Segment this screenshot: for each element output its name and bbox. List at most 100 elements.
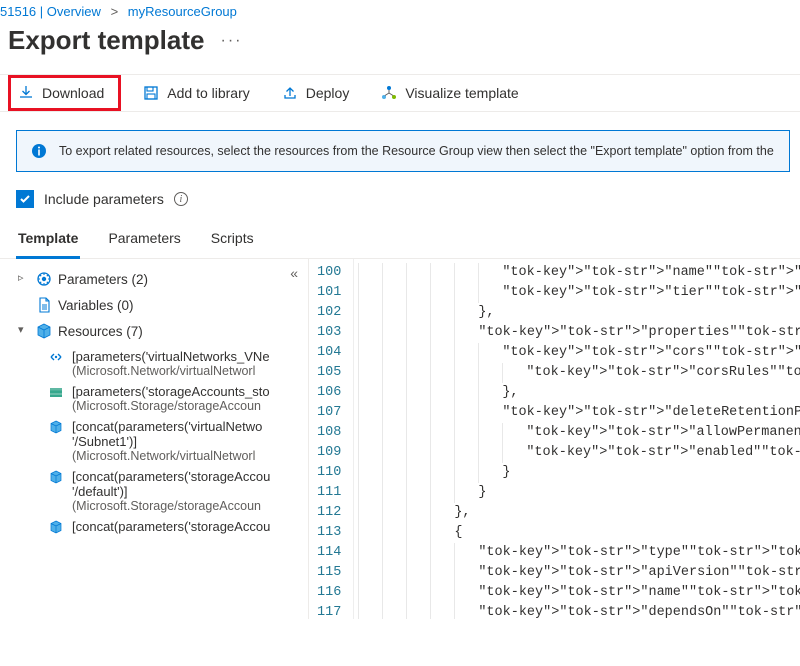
parameters-icon: [36, 271, 52, 287]
resource-item-type: (Microsoft.Network/virtualNetworl: [72, 449, 262, 463]
resources-icon: [36, 323, 52, 339]
code-line[interactable]: "tok-key">"tok-str">"cors""tok-str">"tok…: [358, 343, 800, 363]
collapse-panel-button[interactable]: «: [290, 265, 298, 281]
tree-resource-item[interactable]: [parameters('storageAccounts_sto(Microso…: [40, 381, 308, 416]
tab-template[interactable]: Template: [16, 224, 80, 259]
vnet-icon: [48, 349, 64, 365]
line-number: 113: [317, 523, 341, 543]
tree-resource-item[interactable]: [parameters('virtualNetworks_VNe(Microso…: [40, 346, 308, 381]
download-label: Download: [42, 85, 104, 101]
code-line[interactable]: "tok-key">"tok-str">"allowPermanentDelet…: [358, 423, 800, 443]
resource-item-name: [concat(parameters('virtualNetwo: [72, 419, 262, 434]
line-number: 106: [317, 383, 341, 403]
cube-icon: [48, 469, 64, 485]
tree-resource-item[interactable]: [concat(parameters('storageAccou: [40, 516, 308, 538]
code-line[interactable]: },: [358, 383, 800, 403]
resource-item-sub: '/default')]: [72, 484, 270, 499]
line-number: 102: [317, 303, 341, 323]
chevron-right-icon: ▹: [18, 271, 30, 286]
page-title: Export template: [8, 25, 205, 56]
line-number: 114: [317, 543, 341, 563]
code-line[interactable]: "tok-key">"tok-str">"type""tok-str">"tok…: [358, 543, 800, 563]
line-number: 117: [317, 603, 341, 619]
download-button[interactable]: Download: [8, 75, 121, 111]
include-parameters-label: Include parameters: [44, 191, 164, 207]
code-line[interactable]: "tok-key">"tok-str">"properties""tok-str…: [358, 323, 800, 343]
upload-icon: [282, 85, 298, 101]
add-to-library-button[interactable]: Add to library: [133, 75, 259, 111]
line-number: 115: [317, 563, 341, 583]
tab-scripts[interactable]: Scripts: [209, 224, 256, 259]
tree-node-label: Parameters (2): [58, 271, 148, 289]
code-line[interactable]: "tok-key">"tok-str">"apiVersion""tok-str…: [358, 563, 800, 583]
line-number: 101: [317, 283, 341, 303]
visualize-template-button[interactable]: Visualize template: [371, 75, 528, 111]
download-icon: [18, 85, 34, 101]
tree-node-label: Resources (7): [58, 323, 143, 341]
resource-item-sub: (Microsoft.Storage/storageAccoun: [72, 399, 270, 413]
info-hint-icon[interactable]: i: [174, 192, 188, 206]
tree-resource-item[interactable]: [concat(parameters('storageAccou'/defaul…: [40, 466, 308, 516]
toolbar: Download Add to library Deploy Visualize…: [0, 74, 800, 112]
code-line[interactable]: "tok-key">"tok-str">"dependsOn""tok-str"…: [358, 603, 800, 619]
code-line[interactable]: }: [358, 483, 800, 503]
code-line[interactable]: "tok-key">"tok-str">"corsRules""tok-str"…: [358, 363, 800, 383]
deploy-button[interactable]: Deploy: [272, 75, 360, 111]
tree-node-label: Variables (0): [58, 297, 134, 315]
tree-node-variables[interactable]: Variables (0): [18, 293, 308, 319]
resource-item-sub: '/Subnet1')]: [72, 434, 262, 449]
include-parameters-checkbox[interactable]: [16, 190, 34, 208]
code-line[interactable]: {: [358, 523, 800, 543]
add-to-library-label: Add to library: [167, 85, 249, 101]
code-editor[interactable]: 1001011021031041051061071081091101111121…: [308, 259, 800, 619]
breadcrumb-current[interactable]: myResourceGroup: [128, 4, 237, 19]
resource-item-name: [concat(parameters('storageAccou: [72, 519, 270, 534]
code-line[interactable]: }: [358, 463, 800, 483]
resource-item-name: [concat(parameters('storageAccou: [72, 469, 270, 484]
code-line[interactable]: "tok-key">"tok-str">"enabled""tok-str">"…: [358, 443, 800, 463]
info-icon: [31, 143, 47, 159]
resource-item-name: [parameters('storageAccounts_sto: [72, 384, 270, 399]
line-number: 100: [317, 263, 341, 283]
chevron-down-icon: ▾: [18, 323, 30, 338]
tree-node-resources[interactable]: ▾ Resources (7): [18, 319, 308, 345]
resource-item-sub: (Microsoft.Network/virtualNetworl: [72, 364, 270, 378]
code-line[interactable]: "tok-key">"tok-str">"name""tok-str">"tok…: [358, 263, 800, 283]
cube-icon: [48, 519, 64, 535]
tab-list: Template Parameters Scripts: [0, 218, 800, 259]
line-number: 111: [317, 483, 341, 503]
more-actions-button[interactable]: ···: [221, 32, 243, 50]
line-number: 104: [317, 343, 341, 363]
code-line[interactable]: "tok-key">"tok-str">"name""tok-str">"tok…: [358, 583, 800, 603]
cube-icon: [48, 419, 64, 435]
visualize-label: Visualize template: [405, 85, 518, 101]
deploy-label: Deploy: [306, 85, 350, 101]
line-number: 103: [317, 323, 341, 343]
resource-item-type: (Microsoft.Storage/storageAccoun: [72, 499, 270, 513]
code-content[interactable]: "tok-key">"tok-str">"name""tok-str">"tok…: [354, 259, 800, 619]
info-banner: To export related resources, select the …: [16, 130, 790, 172]
resource-tree-panel: « ▹ Parameters (2) Variables (0) ▾ Resou…: [0, 259, 308, 619]
line-number: 110: [317, 463, 341, 483]
line-number: 108: [317, 423, 341, 443]
line-number: 107: [317, 403, 341, 423]
variables-icon: [36, 297, 52, 313]
line-number: 116: [317, 583, 341, 603]
code-line[interactable]: },: [358, 503, 800, 523]
line-number: 109: [317, 443, 341, 463]
code-line[interactable]: "tok-key">"tok-str">"tier""tok-str">"tok…: [358, 283, 800, 303]
breadcrumb-parent[interactable]: 51516 | Overview: [0, 4, 101, 19]
code-line[interactable]: },: [358, 303, 800, 323]
tab-parameters[interactable]: Parameters: [106, 224, 182, 259]
code-line[interactable]: "tok-key">"tok-str">"deleteRetentionPoli…: [358, 403, 800, 423]
save-icon: [143, 85, 159, 101]
line-number: 112: [317, 503, 341, 523]
info-banner-text: To export related resources, select the …: [59, 144, 774, 158]
breadcrumb: 51516 | Overview > myResourceGroup: [0, 0, 800, 21]
tree-resource-item[interactable]: [concat(parameters('virtualNetwo'/Subnet…: [40, 416, 308, 466]
storage-icon: [48, 384, 64, 400]
tree-node-parameters[interactable]: ▹ Parameters (2): [18, 267, 308, 293]
visualize-icon: [381, 85, 397, 101]
chevron-right-icon: >: [111, 4, 119, 19]
line-number-gutter: 1001011021031041051061071081091101111121…: [309, 259, 354, 619]
